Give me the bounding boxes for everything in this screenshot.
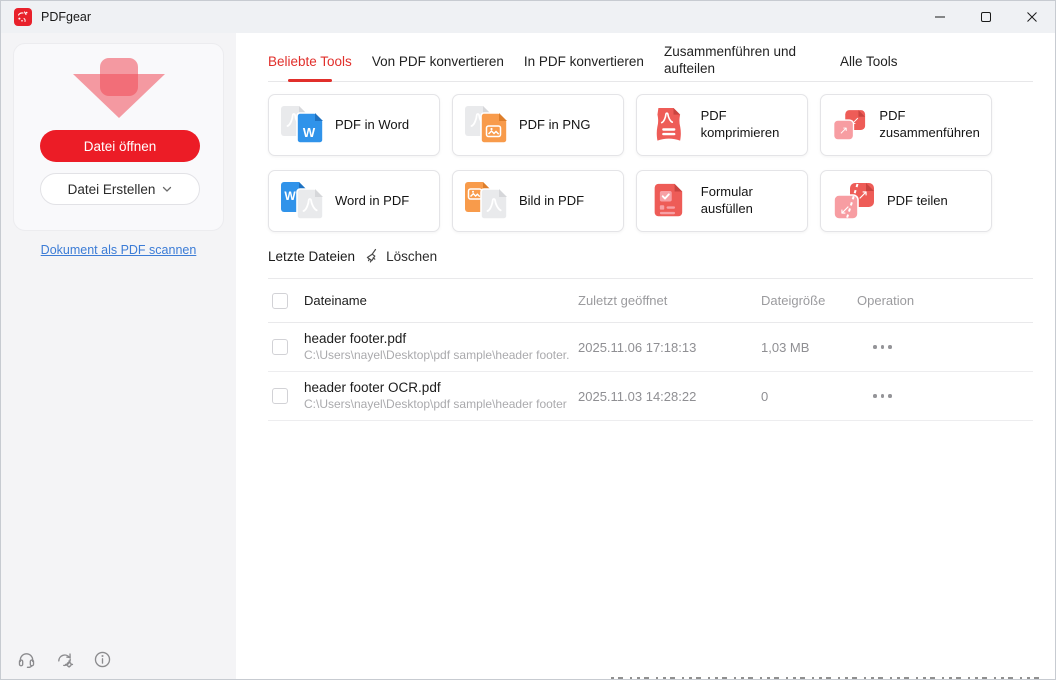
tab-von-pdf-konvertieren[interactable]: Von PDF konvertieren xyxy=(372,41,504,81)
select-all-checkbox[interactable] xyxy=(272,292,288,309)
merge-pdf-icon: ↙ ↗ xyxy=(832,110,866,141)
word-to-pdf-icon: W xyxy=(281,182,324,220)
column-header-dateigroesse: Dateigröße xyxy=(761,293,826,308)
app-logo-icon xyxy=(14,8,32,26)
pdf-to-png-icon xyxy=(465,106,508,144)
table-row[interactable]: header footer.pdf C:\Users\nayel\Desktop… xyxy=(268,323,1033,372)
tool-fill-form[interactable]: Formular ausfüllen xyxy=(636,170,808,232)
scan-to-pdf-link[interactable]: Dokument als PDF scannen xyxy=(1,243,236,257)
open-file-label: Datei öffnen xyxy=(83,138,157,154)
tool-split-pdf[interactable]: ↗ ↙ PDF teilen xyxy=(820,170,992,232)
tool-label: Bild in PDF xyxy=(519,192,585,208)
table-header-row: Dateiname Zuletzt geöffnet Dateigröße Op… xyxy=(268,278,1033,323)
tool-tabs: Beliebte Tools Von PDF konvertieren In P… xyxy=(268,41,1033,82)
tab-zusammenfuehren-aufteilen[interactable]: Zusammenführen und aufteilen xyxy=(664,41,820,81)
svg-text:W: W xyxy=(303,125,316,140)
clear-recent-label: Löschen xyxy=(386,248,438,264)
pdf-to-word-icon: W xyxy=(281,106,324,144)
tool-label: Formular ausfüllen xyxy=(700,184,753,216)
compress-pdf-icon xyxy=(656,107,681,141)
tool-word-to-pdf[interactable]: W Word in PDF xyxy=(268,170,440,232)
svg-text:↗: ↗ xyxy=(839,124,848,137)
tool-label: PDF in PNG xyxy=(519,116,591,132)
file-opened: 2025.11.03 14:28:22 xyxy=(578,388,697,404)
column-header-operation: Operation xyxy=(857,293,915,308)
recent-files-bar: Letzte Dateien Löschen xyxy=(268,248,437,264)
check-update-icon[interactable] xyxy=(54,649,75,670)
tab-label: Von PDF konvertieren xyxy=(371,53,504,69)
more-options-icon[interactable] xyxy=(873,394,1033,398)
main-panel: Beliebte Tools Von PDF konvertieren In P… xyxy=(236,33,1055,679)
info-icon[interactable] xyxy=(92,649,113,670)
tab-alle-tools[interactable]: Alle Tools xyxy=(840,41,898,81)
maximize-icon[interactable] xyxy=(963,1,1009,33)
tool-image-to-pdf[interactable]: Bild in PDF xyxy=(452,170,624,232)
create-file-button[interactable]: Datei Erstellen xyxy=(40,173,200,205)
tool-label: PDF zusammenführen xyxy=(879,108,980,140)
file-path: C:\Users\nayel\Desktop\pdf sample\header… xyxy=(304,348,570,363)
tool-label: PDF teilen xyxy=(887,192,948,208)
open-file-card: Datei öffnen Datei Erstellen xyxy=(13,43,224,231)
tool-label: PDF in Word xyxy=(335,116,410,132)
tool-label: Word in PDF xyxy=(335,192,410,208)
file-name: header footer OCR.pdf xyxy=(304,379,441,395)
tool-pdf-to-word[interactable]: W PDF in Word xyxy=(268,94,440,156)
clear-recent-button[interactable]: Löschen xyxy=(365,248,437,264)
svg-text:↗: ↗ xyxy=(858,188,869,203)
column-header-zuletzt-geoeffnet: Zuletzt geöffnet xyxy=(578,293,668,308)
svg-text:W: W xyxy=(284,189,296,203)
window-controls xyxy=(917,1,1055,33)
tools-grid: W PDF in Word PDF in PNG PDF komprimiere… xyxy=(268,94,992,232)
tool-merge-pdf[interactable]: ↙ ↗ PDF zusammenführen xyxy=(820,94,992,156)
more-options-icon[interactable] xyxy=(873,345,1033,349)
file-opened: 2025.11.06 17:18:13 xyxy=(578,339,697,355)
image-to-pdf-icon xyxy=(465,182,508,220)
tab-label: Alle Tools xyxy=(839,53,898,69)
file-size: 1,03 MB xyxy=(761,339,810,355)
open-file-button[interactable]: Datei öffnen xyxy=(40,130,200,162)
row-checkbox[interactable] xyxy=(272,388,288,404)
chevron-down-icon xyxy=(163,186,172,192)
file-path: C:\Users\nayel\Desktop\pdf sample\header… xyxy=(304,397,567,412)
minimize-icon[interactable] xyxy=(917,1,963,33)
row-checkbox[interactable] xyxy=(272,339,288,355)
tab-label: In PDF konvertieren xyxy=(523,53,644,69)
split-pdf-icon: ↗ ↙ xyxy=(833,183,874,220)
recent-files-title: Letzte Dateien xyxy=(268,248,356,264)
tool-label: PDF komprimieren xyxy=(700,108,780,140)
window-title: PDFgear xyxy=(41,10,92,24)
tool-pdf-to-png[interactable]: PDF in PNG xyxy=(452,94,624,156)
sidebar-footer xyxy=(16,649,113,670)
tool-compress-pdf[interactable]: PDF komprimieren xyxy=(636,94,808,156)
sidebar: Datei öffnen Datei Erstellen Dokument al… xyxy=(1,33,236,679)
recent-files-table: Dateiname Zuletzt geöffnet Dateigröße Op… xyxy=(268,278,1033,421)
support-headset-icon[interactable] xyxy=(16,649,37,670)
close-icon[interactable] xyxy=(1009,1,1055,33)
tab-in-pdf-konvertieren[interactable]: In PDF konvertieren xyxy=(524,41,644,81)
tab-label: Beliebte Tools xyxy=(268,53,352,69)
broom-icon xyxy=(366,248,377,263)
pdfgear-window: PDFgear Datei öffnen Datei Erstellen Dok… xyxy=(0,0,1056,680)
column-header-dateiname: Dateiname xyxy=(304,293,367,308)
create-file-label: Datei Erstellen xyxy=(67,181,156,197)
titlebar: PDFgear xyxy=(1,1,1055,33)
fill-form-icon xyxy=(654,183,683,217)
tab-beliebte-tools[interactable]: Beliebte Tools xyxy=(268,41,352,82)
download-arrow-icon xyxy=(71,58,167,120)
file-size: 0 xyxy=(761,388,769,404)
file-name: header footer.pdf xyxy=(304,330,407,346)
table-row[interactable]: header footer OCR.pdf C:\Users\nayel\Des… xyxy=(268,372,1033,421)
tab-label: Zusammenführen und aufteilen xyxy=(663,44,797,76)
